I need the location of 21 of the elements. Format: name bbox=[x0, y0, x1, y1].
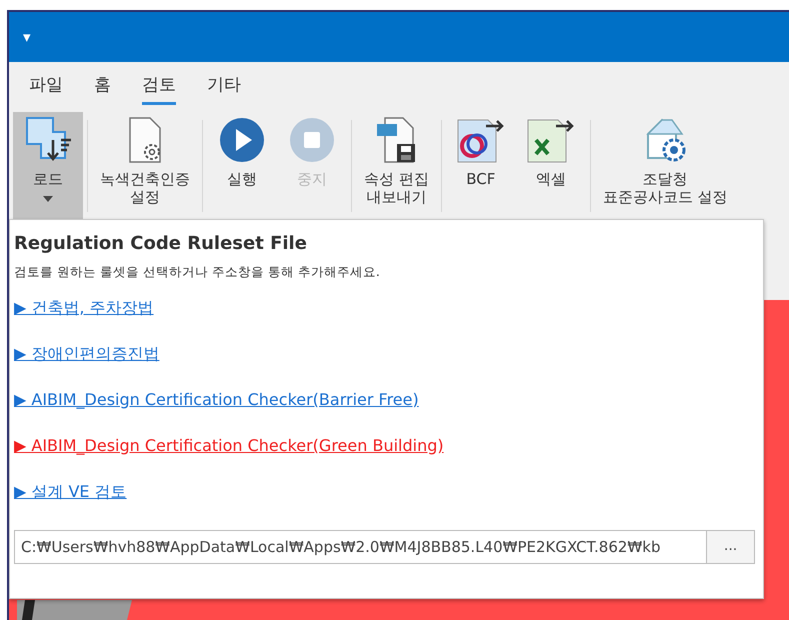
browse-button[interactable]: ... bbox=[707, 530, 755, 564]
ribbon-tab[interactable]: 기타 bbox=[207, 66, 241, 106]
ribbon-button[interactable]: 속성 편집 내보내기 bbox=[356, 112, 437, 220]
instruction-text: 검토를 원하는 룰셋을 선택하거나 주소창을 통해 추가해주세요. bbox=[14, 263, 381, 281]
path-field[interactable]: C:₩Users₩hvh88₩AppData₩Local₩Apps₩2.0₩M4J8BB85.L40₩PE2KGXCT.862₩kb bbox=[14, 530, 708, 564]
ruleset-link[interactable]: ▶ AIBIM_Design Certification Checker(Green Building) bbox=[14, 434, 444, 458]
ruleset-link[interactable]: ▶ 장애인편의증진법 bbox=[14, 342, 160, 366]
ribbon-button[interactable]: 녹색건축인증 설정 bbox=[92, 112, 198, 220]
ruleset-link[interactable]: ▶ 건축법, 주차장법 bbox=[14, 296, 154, 320]
ribbon-button[interactable]: 실행 bbox=[207, 112, 277, 220]
ruleset-link[interactable]: ▶ AIBIM_Design Certification Checker(Barrier Free) bbox=[14, 388, 419, 412]
ribbon-tab[interactable]: 검토 bbox=[142, 66, 176, 106]
ribbon-button[interactable]: 로드 bbox=[13, 112, 83, 220]
popup-title: Regulation Code Ruleset File bbox=[14, 232, 308, 256]
ribbon-button[interactable]: BCF bbox=[446, 112, 516, 220]
ribbon-button[interactable]: 조달청 표준공사코드 설정 bbox=[594, 112, 736, 220]
ribbon-tab[interactable]: 홈 bbox=[94, 66, 111, 106]
quick-access-menu[interactable]: ▾ bbox=[23, 30, 31, 44]
ruleset-link[interactable]: ▶ 설계 VE 검토 bbox=[14, 480, 127, 504]
ribbon-tab[interactable]: 파일 bbox=[29, 66, 63, 106]
ribbon-button[interactable]: 엑셀 bbox=[516, 112, 586, 220]
